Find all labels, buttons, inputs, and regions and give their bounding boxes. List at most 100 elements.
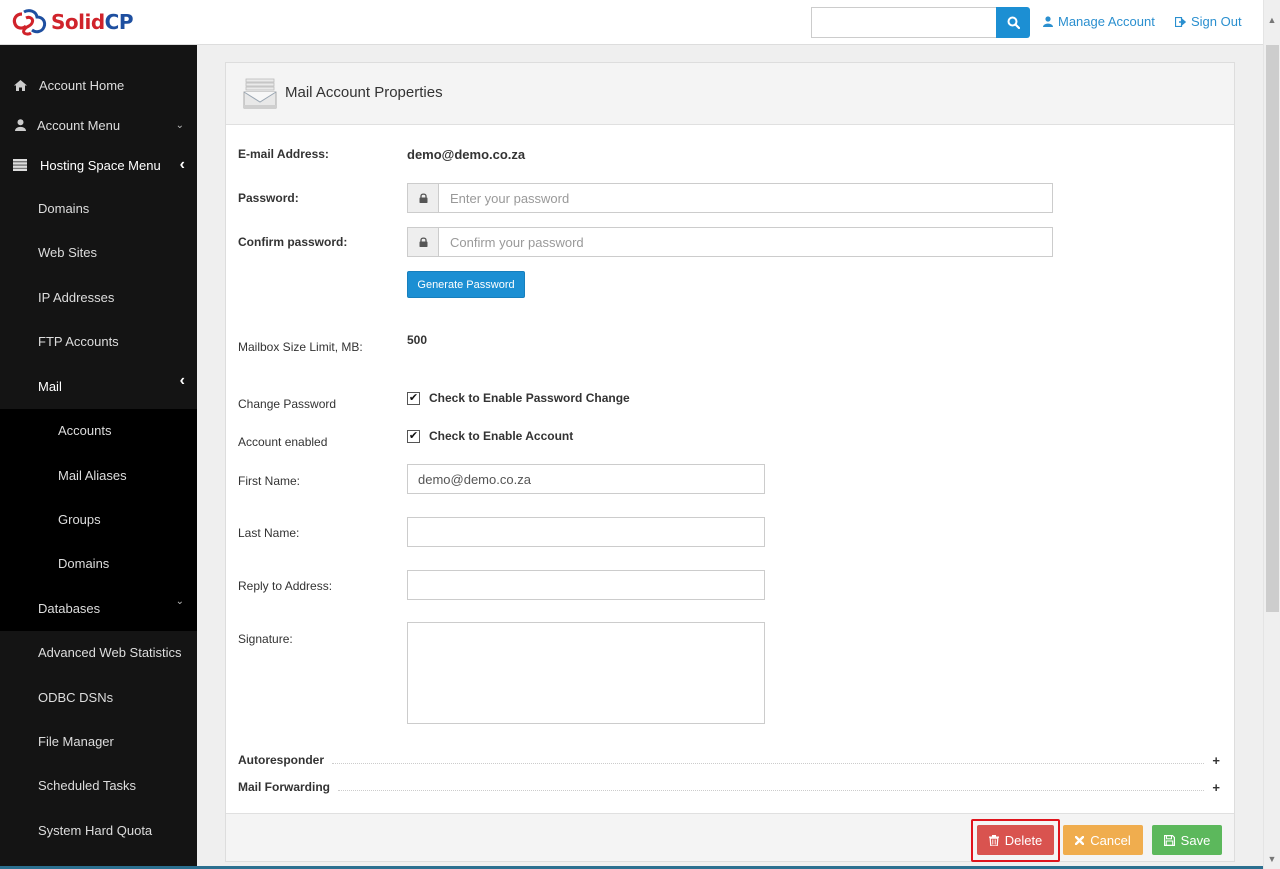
chevron-left-icon: ‹ bbox=[179, 372, 185, 389]
lock-icon bbox=[407, 183, 438, 213]
change-password-checkbox[interactable]: ✔ bbox=[407, 391, 420, 405]
sidebar-item-label: Mail bbox=[38, 378, 62, 394]
sidebar-item-label: Domains bbox=[38, 200, 90, 216]
search-icon bbox=[1007, 16, 1020, 29]
sidebar-item-label: Accounts bbox=[58, 422, 112, 438]
sidebar-item-web-sites[interactable]: Web Sites bbox=[0, 230, 197, 274]
sidebar-item-ip-addresses[interactable]: IP Addresses bbox=[0, 275, 197, 319]
sidebar-item-label: FTP Accounts bbox=[38, 333, 119, 349]
solidcp-logo[interactable]: SolidCP bbox=[12, 7, 134, 37]
sidebar-item-scheduled-tasks[interactable]: Scheduled Tasks bbox=[0, 763, 197, 807]
sidebar-item-label: IP Addresses bbox=[38, 289, 115, 305]
change-password-checkbox-label[interactable]: Check to Enable Password Change bbox=[429, 391, 630, 405]
logo-icon bbox=[12, 9, 47, 36]
sign-out-link[interactable]: Sign Out bbox=[1175, 14, 1242, 29]
panel-footer: Delete Cancel Save bbox=[226, 813, 1234, 862]
confirm-password-input[interactable] bbox=[438, 227, 1053, 257]
manage-account-label: Manage Account bbox=[1058, 14, 1155, 29]
last-name-input[interactable] bbox=[407, 517, 765, 547]
save-label: Save bbox=[1180, 832, 1211, 848]
user-icon bbox=[13, 118, 27, 132]
first-name-input[interactable] bbox=[407, 464, 765, 494]
reply-to-label: Reply to Address: bbox=[238, 579, 333, 593]
sidebar-item-domains[interactable]: Domains bbox=[0, 186, 197, 230]
sidebar-item-mail[interactable]: Mail ‹ bbox=[0, 364, 197, 408]
sidebar-item-label: ODBC DSNs bbox=[38, 689, 114, 705]
change-password-row: ✔ Check to Enable Password Change bbox=[407, 391, 630, 405]
generate-password-button[interactable]: Generate Password bbox=[407, 271, 525, 298]
signature-label: Signature: bbox=[238, 632, 293, 646]
account-enabled-row: ✔ Check to Enable Account bbox=[407, 429, 573, 443]
account-enabled-checkbox-label[interactable]: Check to Enable Account bbox=[429, 429, 573, 443]
section-divider bbox=[338, 789, 1205, 791]
reply-to-input[interactable] bbox=[407, 570, 765, 600]
chevron-left-icon: ‹ bbox=[179, 156, 185, 173]
list-icon bbox=[13, 158, 27, 172]
scroll-down-arrow-icon[interactable]: ▼ bbox=[1264, 851, 1280, 867]
sign-out-label: Sign Out bbox=[1191, 14, 1242, 29]
sidebar-item-advanced-web-statistics[interactable]: Advanced Web Statistics bbox=[0, 630, 197, 674]
email-value: demo@demo.co.za bbox=[407, 147, 526, 162]
sidebar-item-mail-domains[interactable]: Domains bbox=[0, 541, 197, 585]
close-icon bbox=[1075, 835, 1085, 845]
lock-icon bbox=[407, 227, 438, 257]
password-input[interactable] bbox=[438, 183, 1053, 213]
email-label: E-mail Address: bbox=[238, 147, 329, 161]
confirm-password-group bbox=[407, 227, 1053, 257]
plus-icon: + bbox=[1212, 779, 1220, 795]
section-divider bbox=[332, 762, 1205, 764]
sidebar-item-label: Hosting Space Menu bbox=[40, 157, 161, 173]
sidebar-item-file-manager[interactable]: File Manager bbox=[0, 719, 197, 763]
sign-out-icon bbox=[1175, 16, 1186, 27]
mail-account-properties-panel: Mail Account Properties E-mail Address: … bbox=[225, 62, 1235, 862]
account-enabled-checkbox[interactable]: ✔ bbox=[407, 429, 420, 443]
manage-account-link[interactable]: Manage Account bbox=[1043, 14, 1155, 29]
search-button[interactable] bbox=[996, 7, 1030, 38]
sidebar-item-label: Scheduled Tasks bbox=[38, 777, 137, 793]
logo-text: SolidCP bbox=[51, 10, 134, 34]
mail-forwarding-section-toggle[interactable]: Mail Forwarding + bbox=[238, 779, 1220, 795]
scrollbar-thumb[interactable] bbox=[1266, 45, 1279, 612]
password-label: Password: bbox=[238, 191, 299, 205]
sidebar-item-odbc-dsns[interactable]: ODBC DSNs bbox=[0, 675, 197, 719]
cancel-label: Cancel bbox=[1090, 832, 1131, 848]
mailbox-icon bbox=[243, 78, 277, 109]
account-enabled-label: Account enabled bbox=[238, 435, 328, 449]
sidebar-item-mail-groups[interactable]: Groups bbox=[0, 497, 197, 541]
sidebar-item-label: Domains bbox=[58, 555, 110, 571]
sidebar-item-label: System Hard Quota bbox=[38, 822, 153, 838]
sidebar-item-label: Web Sites bbox=[38, 244, 98, 260]
signature-textarea[interactable] bbox=[407, 622, 765, 724]
page-scrollbar[interactable]: ▲ ▼ bbox=[1263, 0, 1280, 869]
sidebar-item-databases[interactable]: Databases ⌄ bbox=[0, 586, 197, 630]
panel-title: Mail Account Properties bbox=[285, 84, 443, 101]
mailbox-size-label: Mailbox Size Limit, MB: bbox=[238, 340, 363, 354]
save-button[interactable]: Save bbox=[1152, 825, 1222, 855]
sidebar-item-system-hard-quota[interactable]: System Hard Quota bbox=[0, 808, 197, 852]
chevron-down-icon: ⌄ bbox=[175, 596, 184, 607]
scroll-up-arrow-icon[interactable]: ▲ bbox=[1264, 12, 1280, 28]
sidebar-item-ftp-accounts[interactable]: FTP Accounts bbox=[0, 319, 197, 363]
sidebar-item-account-home[interactable]: Account Home bbox=[0, 63, 197, 107]
confirm-password-label: Confirm password: bbox=[238, 235, 348, 249]
change-password-label: Change Password bbox=[238, 397, 337, 411]
home-icon bbox=[13, 78, 27, 92]
sidebar-item-mail-accounts[interactable]: Accounts bbox=[0, 408, 197, 452]
sidebar-item-hosting-space-menu[interactable]: Hosting Space Menu ‹ bbox=[0, 143, 197, 187]
sidebar-item-account-menu[interactable]: Account Menu ⌄ bbox=[0, 103, 197, 147]
sidebar-item-mail-aliases[interactable]: Mail Aliases bbox=[0, 453, 197, 497]
autoresponder-section-toggle[interactable]: Autoresponder + bbox=[238, 752, 1220, 768]
sidebar: Account Home Account Menu ⌄ Hosting Spac… bbox=[0, 45, 197, 869]
password-group bbox=[407, 183, 1053, 213]
plus-icon: + bbox=[1212, 752, 1220, 768]
panel-header: Mail Account Properties bbox=[226, 63, 1234, 125]
search-input[interactable] bbox=[811, 7, 997, 38]
delete-button[interactable]: Delete bbox=[977, 825, 1054, 855]
first-name-label: First Name: bbox=[238, 474, 301, 488]
cancel-button[interactable]: Cancel bbox=[1063, 825, 1143, 855]
floppy-disk-icon bbox=[1163, 834, 1175, 846]
mailbox-size-value: 500 bbox=[407, 333, 428, 347]
last-name-label: Last Name: bbox=[238, 526, 300, 540]
sidebar-item-label: Account Home bbox=[39, 77, 125, 93]
top-header: SolidCP Manage Account Sign Out bbox=[0, 0, 1263, 45]
